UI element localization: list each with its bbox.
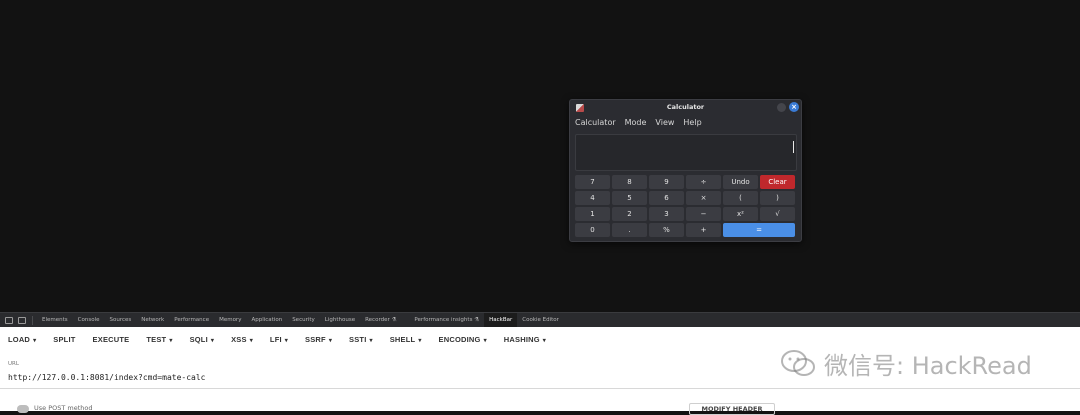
watermark: 微信号: HackRead	[780, 346, 1032, 381]
hackbar-button-label: TEST	[146, 335, 167, 344]
browser-viewport: Calculator × Calculator Mode View Help 7…	[0, 0, 1080, 312]
key-1[interactable]: 1	[575, 207, 610, 221]
chevron-down-icon: ▾	[418, 338, 422, 344]
key-undo[interactable]: Undo	[723, 175, 758, 189]
chevron-down-icon: ▾	[169, 338, 173, 344]
key-sqrt[interactable]: √	[760, 207, 795, 221]
modify-header-button[interactable]: MODIFY HEADER	[689, 403, 775, 415]
key-multiply[interactable]: ×	[686, 191, 721, 205]
watermark-text: 微信号: HackRead	[824, 352, 1032, 380]
wechat-icon	[780, 349, 816, 379]
devtools-tabbar: Elements Console Sources Network Performance…	[0, 312, 1080, 328]
minimize-icon[interactable]	[777, 103, 786, 112]
menu-mode[interactable]: Mode	[625, 118, 647, 130]
hackbar-encoding-button[interactable]: ENCODING ▾	[439, 335, 487, 345]
devtools-tab-list: Elements Console Sources Network Performance…	[37, 312, 564, 328]
key-0[interactable]: 0	[575, 223, 610, 237]
tab-performance-insights[interactable]: Performance insights ⚗	[409, 313, 484, 328]
hackbar-button-label: LFI	[269, 335, 282, 344]
hackbar-load-button[interactable]: LOAD ▾	[8, 335, 36, 345]
text-cursor	[793, 141, 794, 153]
hackbar-hashing-button[interactable]: HASHING ▾	[504, 335, 546, 345]
hackbar-button-label: EXECUTE	[92, 335, 130, 344]
chevron-down-icon: ▾	[328, 338, 333, 344]
hackbar-button-label: SSTI	[349, 335, 367, 344]
menu-view[interactable]: View	[655, 118, 674, 130]
tab-hackbar[interactable]: HackBar	[484, 312, 518, 328]
hackbar-button-label: HASHING	[503, 335, 540, 344]
tab-performance[interactable]: Performance	[169, 313, 214, 328]
chevron-down-icon: ▾	[369, 338, 373, 344]
key-open-paren[interactable]: (	[723, 191, 758, 205]
hackbar-execute-button[interactable]: EXECUTE	[93, 335, 130, 345]
tab-sources[interactable]: Sources	[104, 313, 136, 328]
key-3[interactable]: 3	[649, 207, 684, 221]
hackbar-button-label: SSRF	[305, 335, 326, 344]
chevron-down-icon: ▾	[542, 338, 547, 344]
divider	[0, 388, 1080, 389]
key-9[interactable]: 9	[649, 175, 684, 189]
key-divide[interactable]: ÷	[686, 175, 721, 189]
hackbar-shell-button[interactable]: SHELL ▾	[390, 335, 422, 345]
hackbar-test-button[interactable]: TEST ▾	[146, 335, 172, 345]
key-equals[interactable]: =	[723, 223, 795, 237]
inspect-element-icon[interactable]	[5, 316, 13, 324]
key-7[interactable]: 7	[575, 175, 610, 189]
tab-divider	[32, 315, 33, 325]
hackbar-toolbar: LOAD ▾ SPLIT EXECUTE TEST ▾ SQLI ▾ XSS ▾ LFI ▾ SSRF ▾…	[8, 335, 563, 345]
close-icon[interactable]: ×	[789, 102, 799, 112]
key-5[interactable]: 5	[612, 191, 647, 205]
hackbar-button-label: ENCODING	[438, 335, 481, 344]
chevron-down-icon: ▾	[210, 338, 215, 344]
key-8[interactable]: 8	[612, 175, 647, 189]
post-method-toggle[interactable]	[17, 405, 29, 413]
key-6[interactable]: 6	[649, 191, 684, 205]
calculator-menubar: Calculator Mode View Help	[575, 118, 702, 130]
tab-cookie-editor[interactable]: Cookie Editor	[517, 313, 564, 328]
hackbar-lfi-button[interactable]: LFI ▾	[270, 335, 288, 345]
tab-security[interactable]: Security	[287, 313, 320, 328]
hackbar-sqli-button[interactable]: SQLI ▾	[190, 335, 215, 345]
device-toolbar-icon[interactable]	[18, 316, 26, 324]
hackbar-xss-button[interactable]: XSS ▾	[231, 335, 253, 345]
calculator-display[interactable]	[575, 134, 797, 171]
chevron-down-icon: ▾	[284, 338, 288, 344]
tab-memory[interactable]: Memory	[214, 313, 246, 328]
hackbar-split-button[interactable]: SPLIT	[53, 335, 75, 345]
key-close-paren[interactable]: )	[760, 191, 795, 205]
url-input[interactable]: http://127.0.0.1:8081/index?cmd=mate-cal…	[8, 373, 205, 382]
tab-elements[interactable]: Elements	[37, 313, 73, 328]
key-add[interactable]: +	[686, 223, 721, 237]
chevron-down-icon: ▾	[249, 338, 253, 344]
key-clear[interactable]: Clear	[760, 175, 795, 189]
menu-help[interactable]: Help	[683, 118, 701, 130]
chevron-down-icon: ▾	[483, 338, 487, 344]
hackbar-ssti-button[interactable]: SSTI ▾	[349, 335, 373, 345]
menu-calculator[interactable]: Calculator	[575, 118, 616, 130]
tab-lighthouse[interactable]: Lighthouse	[320, 313, 360, 328]
key-square[interactable]: x²	[723, 207, 758, 221]
key-percent[interactable]: %	[649, 223, 684, 237]
hackbar-button-label: XSS	[231, 335, 247, 344]
tab-network[interactable]: Network	[136, 313, 169, 328]
url-label: URL	[8, 361, 19, 367]
hackbar-button-label: SQLI	[189, 335, 208, 344]
key-2[interactable]: 2	[612, 207, 647, 221]
calculator-titlebar[interactable]: Calculator ×	[570, 100, 801, 116]
tab-application[interactable]: Application	[246, 313, 287, 328]
hackbar-button-label: LOAD	[8, 335, 31, 344]
tab-recorder[interactable]: Recorder ⚗	[360, 313, 401, 328]
calculator-title: Calculator	[666, 103, 705, 111]
hackbar-ssrf-button[interactable]: SSRF ▾	[305, 335, 332, 345]
chevron-down-icon: ▾	[33, 338, 37, 344]
key-decimal[interactable]: .	[612, 223, 647, 237]
key-4[interactable]: 4	[575, 191, 610, 205]
calculator-window[interactable]: Calculator × Calculator Mode View Help 7…	[569, 99, 802, 242]
hackbar-button-label: SPLIT	[53, 335, 76, 344]
tab-console[interactable]: Console	[73, 313, 105, 328]
hackbar-button-label: SHELL	[389, 335, 416, 344]
calculator-keypad: 7 8 9 ÷ Undo Clear 4 5 6 ×() 1 2 3− x² √ 0.% + =	[575, 175, 797, 237]
key-subtract[interactable]: −	[686, 207, 721, 221]
